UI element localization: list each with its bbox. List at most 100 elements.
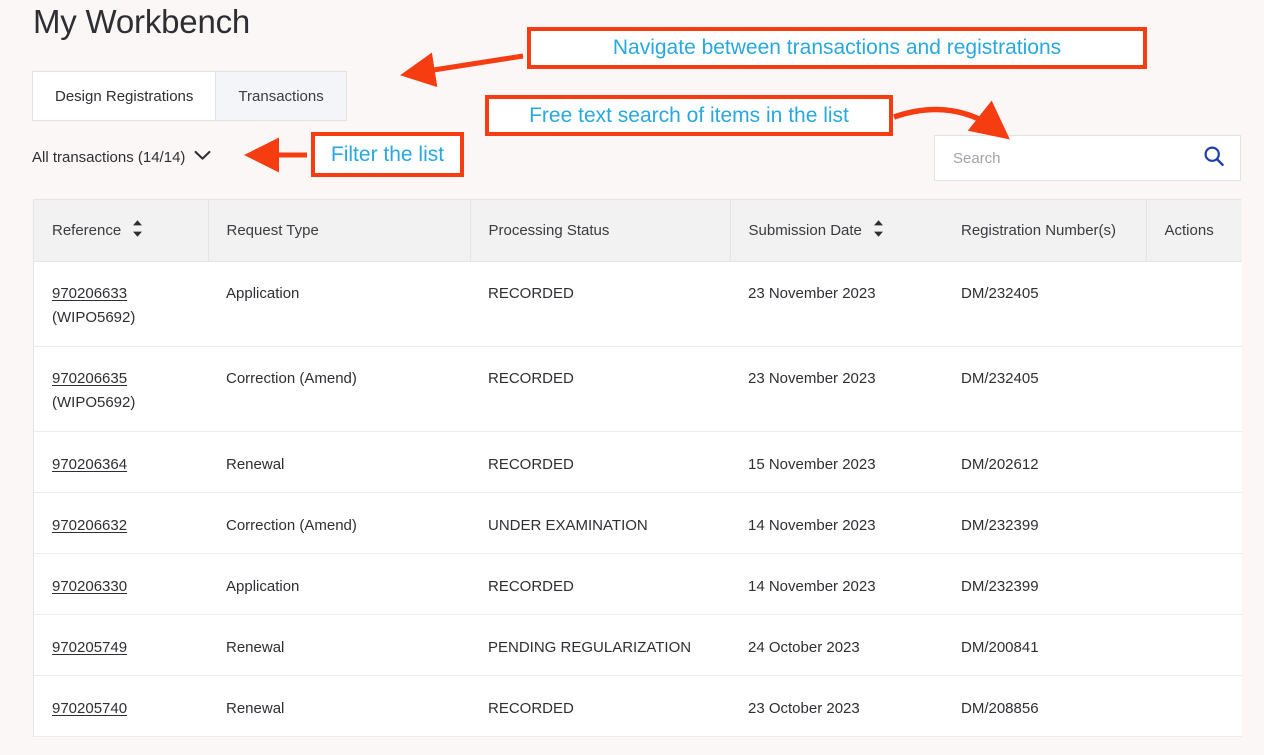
sort-icon[interactable]: [131, 218, 144, 243]
cell-processing-status: RECORDED: [470, 431, 730, 492]
cell-actions[interactable]: [1146, 553, 1242, 614]
table-row: 970205740 Renewal RECORDED 23 October 2023D…: [34, 675, 1242, 736]
column-header-processing-status: Processing Status: [470, 200, 730, 261]
cell-actions[interactable]: [1146, 346, 1242, 431]
annotation-text: Filter the list: [331, 143, 444, 167]
cell-request-type-text: Renewal: [226, 432, 470, 477]
cell-submission-date-text: 15 November 2023: [748, 432, 943, 477]
arrow-navigate: [408, 56, 523, 74]
transactions-table: Reference Request Type: [33, 199, 1241, 737]
cell-actions[interactable]: [1146, 261, 1242, 346]
page-title: My Workbench: [33, 3, 250, 41]
cell-submission-date: 24 October 2023: [730, 614, 943, 675]
cell-reference: 970206635 (WIPO5692): [34, 346, 208, 431]
cell-submission-date: 23 November 2023: [730, 346, 943, 431]
cell-registration-numbers: DM/232399: [943, 553, 1146, 614]
reference-subtext: (WIPO5692): [52, 306, 208, 330]
cell-request-type-text: Correction (Amend): [226, 347, 470, 391]
cell-submission-date-text: 23 November 2023: [748, 262, 943, 306]
tab-bar: Design Registrations Transactions: [32, 71, 347, 121]
cell-reference: 970206633 (WIPO5692): [34, 261, 208, 346]
cell-submission-date-text: 14 November 2023: [748, 554, 943, 599]
cell-processing-status: UNDER EXAMINATION: [470, 492, 730, 553]
tab-label: Transactions: [238, 88, 323, 105]
table-header-row: Reference Request Type: [34, 200, 1242, 261]
reference-link[interactable]: 970206364: [52, 456, 127, 473]
cell-request-type: Application: [208, 261, 470, 346]
cell-processing-status-text: RECORDED: [488, 432, 730, 477]
cell-reference: 970206632: [34, 492, 208, 553]
sort-icon[interactable]: [872, 218, 885, 243]
cell-submission-date: 14 November 2023: [730, 553, 943, 614]
cell-submission-date-text: 24 October 2023: [748, 615, 943, 660]
tab-transactions[interactable]: Transactions: [216, 72, 345, 120]
column-header-registration-numbers: Registration Number(s): [943, 200, 1146, 261]
search-input[interactable]: [953, 150, 1196, 167]
reference-link[interactable]: 970206635: [52, 370, 127, 387]
column-header-submission-date[interactable]: Submission Date: [730, 200, 943, 261]
table-row: 970206364 Renewal RECORDED 15 November 2023…: [34, 431, 1242, 492]
reference-link[interactable]: 970206633: [52, 285, 127, 302]
filter-dropdown[interactable]: All transactions (14/14): [32, 148, 211, 166]
cell-registration-numbers-text: DM/232399: [961, 554, 1146, 599]
chevron-down-icon[interactable]: [194, 148, 211, 166]
cell-registration-numbers-text: DM/200841: [961, 615, 1146, 660]
cell-registration-numbers-text: DM/202612: [961, 432, 1146, 477]
cell-processing-status-text: UNDER EXAMINATION: [488, 493, 730, 538]
cell-actions[interactable]: [1146, 431, 1242, 492]
table-row: 970206632 Correction (Amend) UNDER EXAMINA…: [34, 492, 1242, 553]
cell-request-type: Renewal: [208, 675, 470, 736]
column-label: Processing Status: [489, 222, 610, 239]
cell-registration-numbers: DM/202612: [943, 431, 1146, 492]
tab-design-registrations[interactable]: Design Registrations: [33, 72, 216, 120]
cell-submission-date: 23 November 2023: [730, 261, 943, 346]
cell-actions[interactable]: [1146, 675, 1242, 736]
cell-registration-numbers-text: DM/232405: [961, 347, 1146, 391]
cell-registration-numbers: DM/200841: [943, 614, 1146, 675]
column-header-reference[interactable]: Reference: [34, 200, 208, 261]
cell-processing-status-text: RECORDED: [488, 262, 730, 306]
annotation-navigate: Navigate between transactions and regist…: [527, 27, 1147, 69]
search-box[interactable]: [934, 135, 1241, 181]
annotation-text: Free text search of items in the list: [529, 104, 849, 128]
cell-submission-date-text: 14 November 2023: [748, 493, 943, 538]
cell-processing-status-text: PENDING REGULARIZATION: [488, 615, 730, 660]
cell-actions[interactable]: [1146, 492, 1242, 553]
cell-request-type-text: Application: [226, 262, 470, 306]
cell-actions[interactable]: [1146, 614, 1242, 675]
cell-processing-status: RECORDED: [470, 675, 730, 736]
reference-subtext: (WIPO5692): [52, 391, 208, 415]
column-label: Request Type: [227, 222, 319, 239]
column-header-request-type: Request Type: [208, 200, 470, 261]
annotation-search-hint: Free text search of items in the list: [485, 95, 893, 136]
column-header-actions: Actions: [1146, 200, 1242, 261]
reference-link[interactable]: 970205740: [52, 700, 127, 717]
cell-processing-status: PENDING REGULARIZATION: [470, 614, 730, 675]
reference-link[interactable]: 970206330: [52, 578, 127, 595]
column-label: Registration Number(s): [961, 222, 1116, 239]
cell-submission-date-text: 23 October 2023: [748, 676, 943, 721]
cell-processing-status: RECORDED: [470, 553, 730, 614]
cell-submission-date: 23 October 2023: [730, 675, 943, 736]
search-icon[interactable]: [1202, 144, 1226, 173]
column-label: Submission Date: [749, 222, 862, 239]
column-label: Actions: [1165, 222, 1214, 239]
cell-processing-status: RECORDED: [470, 261, 730, 346]
reference-link[interactable]: 970205749: [52, 639, 127, 656]
table-row: 970206633 (WIPO5692) Application RECORDED 23…: [34, 261, 1242, 346]
cell-processing-status-text: RECORDED: [488, 347, 730, 391]
cell-request-type: Application: [208, 553, 470, 614]
cell-processing-status-text: RECORDED: [488, 676, 730, 721]
cell-registration-numbers: DM/208856: [943, 675, 1146, 736]
cell-submission-date-text: 23 November 2023: [748, 347, 943, 391]
cell-request-type: Correction (Amend): [208, 346, 470, 431]
reference-link[interactable]: 970206632: [52, 517, 127, 534]
cell-reference: 970205740: [34, 675, 208, 736]
cell-processing-status-text: RECORDED: [488, 554, 730, 599]
table-body: 970206633 (WIPO5692) Application RECORDED 23…: [34, 261, 1242, 736]
arrow-search: [894, 110, 1003, 134]
cell-request-type: Correction (Amend): [208, 492, 470, 553]
cell-registration-numbers-text: DM/232405: [961, 262, 1146, 306]
cell-reference: 970206330: [34, 553, 208, 614]
cell-request-type: Renewal: [208, 614, 470, 675]
